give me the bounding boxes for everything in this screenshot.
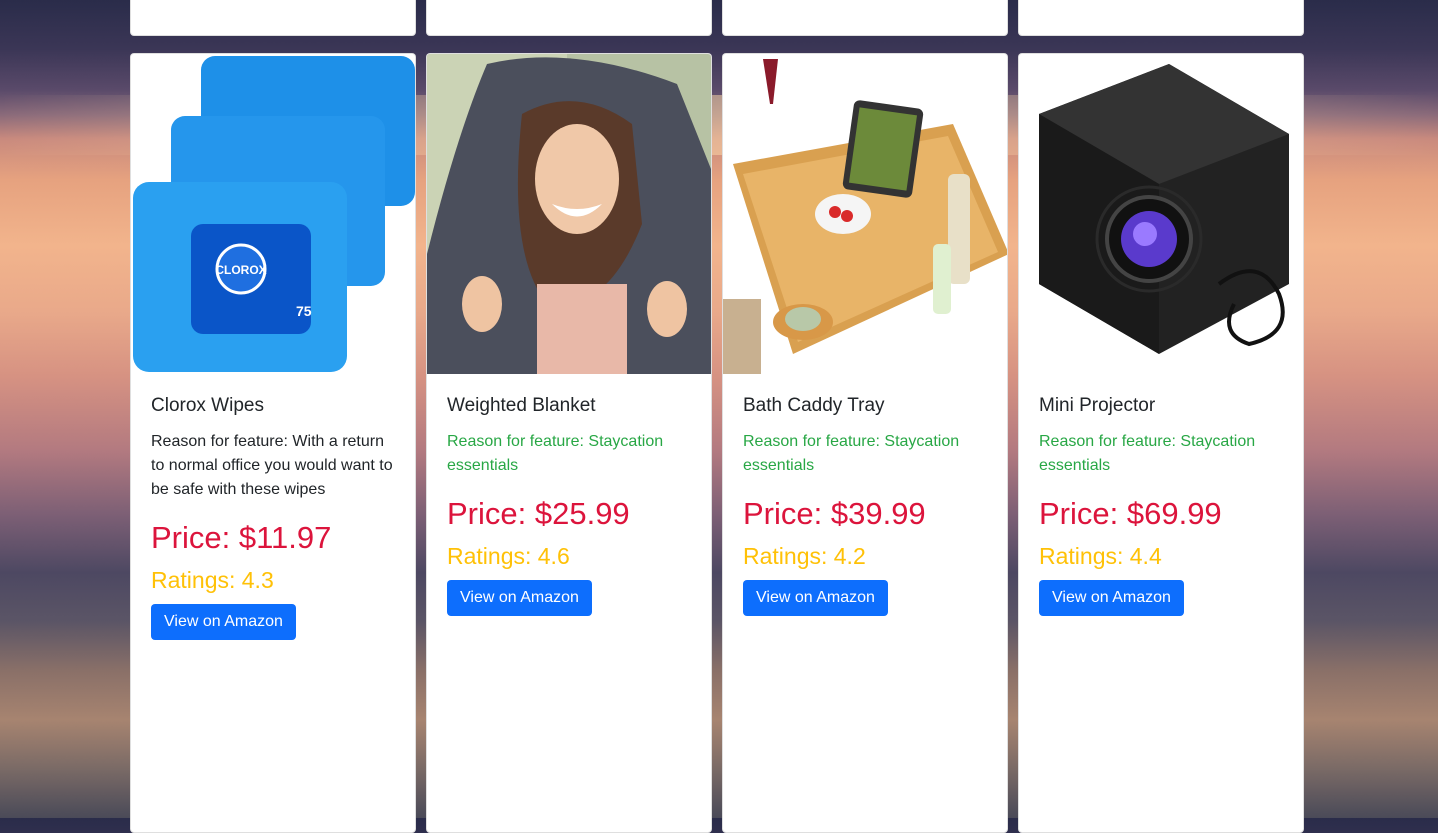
product-reason: Reason for feature: With a return to nor… xyxy=(151,433,393,498)
product-card: Weighted Blanket Reason for feature: Sta… xyxy=(426,53,712,833)
product-card: CLOROX 75 Clorox Wipes Reason for featur… xyxy=(130,53,416,833)
wipes-pack-image[interactable]: CLOROX 75 xyxy=(131,54,415,374)
product-card: Mini Projector Reason for feature: Stayc… xyxy=(1018,53,1304,833)
projector-image[interactable] xyxy=(1019,54,1303,374)
view-on-amazon-button[interactable]: View on Amazon xyxy=(447,580,592,616)
product-title: Bath Caddy Tray xyxy=(743,395,885,416)
view-on-amazon-button[interactable]: View on Amazon xyxy=(1039,580,1184,616)
wipes-count-label: 75 xyxy=(296,303,312,319)
product-price: Price: $25.99 xyxy=(447,496,630,531)
product-title: Weighted Blanket xyxy=(447,395,596,416)
product-card-partial xyxy=(130,0,416,36)
product-card-partial xyxy=(426,0,712,36)
product-reason: Reason for feature: Staycation essential… xyxy=(1039,433,1256,474)
product-title: Mini Projector xyxy=(1039,395,1156,416)
product-reason: Reason for feature: Staycation essential… xyxy=(447,433,664,474)
product-grid: CLOROX 75 Clorox Wipes Reason for featur… xyxy=(130,0,1306,833)
wipes-brand-label: CLOROX xyxy=(215,263,266,277)
product-rating: Ratings: 4.4 xyxy=(1039,543,1162,569)
product-card-partial xyxy=(722,0,1008,36)
woman-blanket-image[interactable] xyxy=(427,54,711,374)
product-card-partial xyxy=(1018,0,1304,36)
product-rating: Ratings: 4.3 xyxy=(151,567,274,593)
product-price: Price: $69.99 xyxy=(1039,496,1222,531)
view-on-amazon-button[interactable]: View on Amazon xyxy=(743,580,888,616)
product-rating: Ratings: 4.2 xyxy=(743,543,866,569)
product-title: Clorox Wipes xyxy=(151,395,264,416)
bath-caddy-image[interactable] xyxy=(723,54,1007,374)
product-rating: Ratings: 4.6 xyxy=(447,543,570,569)
product-card: Bath Caddy Tray Reason for feature: Stay… xyxy=(722,53,1008,833)
view-on-amazon-button[interactable]: View on Amazon xyxy=(151,604,296,640)
product-price: Price: $11.97 xyxy=(151,520,332,555)
product-price: Price: $39.99 xyxy=(743,496,926,531)
product-reason: Reason for feature: Staycation essential… xyxy=(743,433,960,474)
